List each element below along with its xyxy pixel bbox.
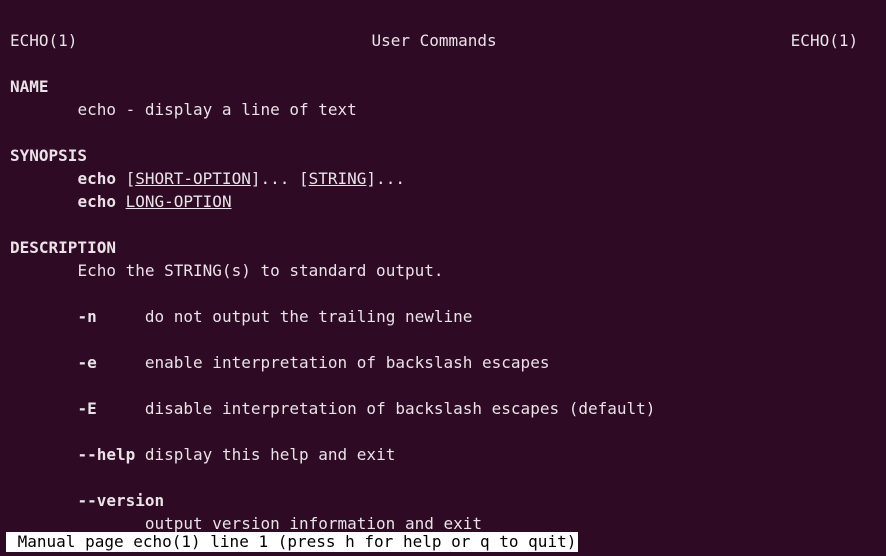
name-line: echo - display a line of text (77, 100, 356, 119)
header-right: ECHO(1) (791, 31, 858, 50)
option-flag: -e (77, 353, 96, 372)
synopsis-arg: SHORT-OPTION (135, 169, 251, 188)
synopsis-text: [ (116, 169, 135, 188)
option-desc: display this help and exit (145, 445, 395, 464)
indent (10, 399, 77, 418)
option-flag: --version (77, 491, 164, 510)
option-flag: --help (77, 445, 135, 464)
synopsis-text: ]... [ (251, 169, 309, 188)
man-page-content[interactable]: ECHO(1) User Commands ECHO(1) NAME echo - … (0, 0, 886, 535)
indent (10, 100, 77, 119)
indent (10, 307, 77, 326)
terminal-window: ECHO(1) User Commands ECHO(1) NAME echo - … (0, 0, 886, 556)
option-pad (97, 353, 145, 372)
option-desc: output version information and exit (145, 514, 482, 533)
option-desc: do not output the trailing newline (145, 307, 473, 326)
option-pad (135, 445, 145, 464)
indent (10, 169, 77, 188)
synopsis-text: ]... (366, 169, 405, 188)
section-heading-name: NAME (10, 77, 49, 96)
option-flag: -n (77, 307, 96, 326)
option-desc: disable interpretation of backslash esca… (145, 399, 656, 418)
synopsis-arg: STRING (309, 169, 367, 188)
indent (10, 491, 77, 510)
indent (10, 445, 77, 464)
header-center: User Commands (371, 31, 496, 50)
option-pad (97, 399, 145, 418)
indent (10, 261, 77, 280)
header-left: ECHO(1) (10, 31, 77, 50)
description-intro: Echo the STRING(s) to standard output. (77, 261, 443, 280)
option-flag: -E (77, 399, 96, 418)
option-desc: enable interpretation of backslash escap… (145, 353, 550, 372)
synopsis-arg: LONG-OPTION (126, 192, 232, 211)
indent (10, 353, 77, 372)
synopsis-text (116, 192, 126, 211)
synopsis-cmd1: echo (77, 169, 116, 188)
section-heading-description: DESCRIPTION (10, 238, 116, 257)
option-pad (97, 307, 145, 326)
synopsis-cmd2: echo (77, 192, 116, 211)
indent (10, 192, 77, 211)
section-heading-synopsis: SYNOPSIS (10, 146, 87, 165)
status-bar: Manual page echo(1) line 1 (press h for … (6, 532, 578, 552)
indent (10, 514, 145, 533)
